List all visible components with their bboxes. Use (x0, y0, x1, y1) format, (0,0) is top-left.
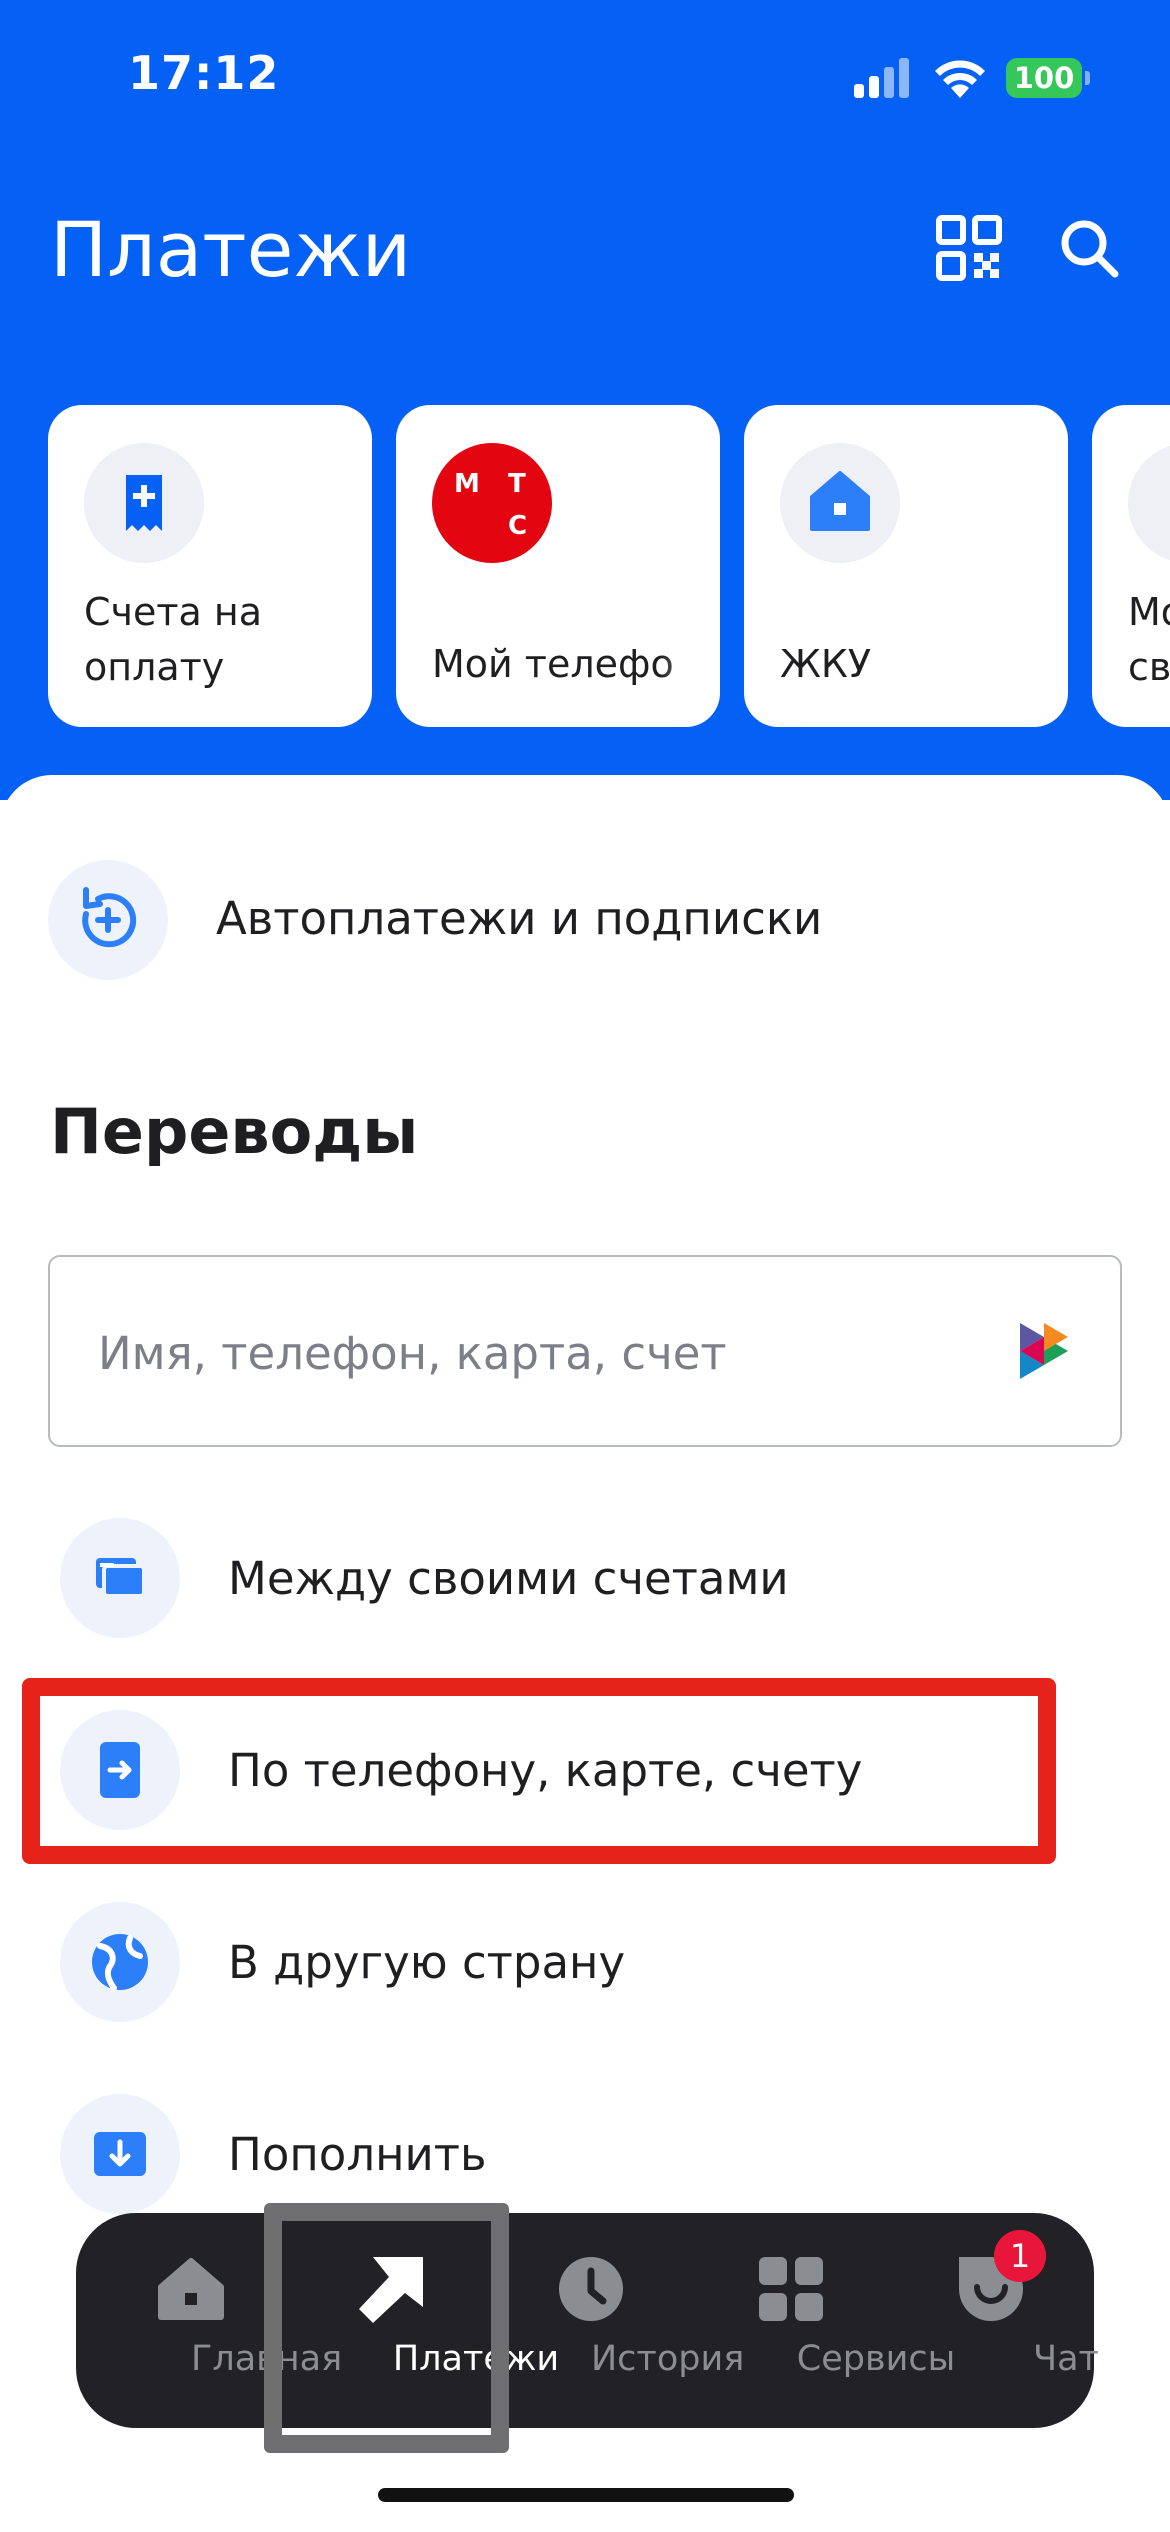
search-button[interactable] (1056, 215, 1122, 281)
cellular-signal-icon (854, 58, 909, 98)
card-label-line1: Счета на (84, 590, 262, 634)
autopay-refresh-icon (48, 860, 168, 980)
card-partial[interactable]: Мо св (1092, 405, 1170, 727)
tab-history[interactable]: История (516, 2213, 744, 2428)
quick-pay-cards: Счета на оплату М Т С Мой телефо ЖКУ М с… (48, 405, 1170, 730)
home-icon (158, 2258, 224, 2320)
status-time: 17:12 (128, 46, 280, 100)
tab-label: Чат (1033, 2339, 1099, 2379)
transfer-search-input[interactable]: Имя, телефон, карта, счет (48, 1255, 1122, 1447)
qr-code-button[interactable] (936, 215, 1002, 281)
card-label-line2: оплату (84, 645, 225, 689)
highlight-frame (22, 1678, 1056, 1864)
clock-icon (559, 2257, 623, 2321)
sbp-icon[interactable] (1016, 1321, 1072, 1381)
chat-badge: 1 (994, 2230, 1046, 2282)
globe-icon (60, 1902, 180, 2022)
cards-icon (60, 1518, 180, 1638)
active-tab-highlight (264, 2203, 509, 2453)
page-title: Платежи (50, 205, 412, 294)
tab-home[interactable]: Главная (116, 2213, 342, 2428)
battery-level: 100 (1006, 58, 1082, 98)
invoice-icon (84, 443, 204, 563)
card-label: ЖКУ (780, 642, 872, 686)
grid-icon (759, 2257, 823, 2321)
qr-code-icon (936, 215, 1002, 281)
transfers-title: Переводы (50, 1095, 419, 1168)
card-label-line1: Мо (1128, 590, 1170, 634)
tab-services[interactable]: Сервисы (706, 2213, 955, 2428)
battery-icon: 100 (1006, 54, 1092, 100)
card-my-phone[interactable]: М Т С Мой телефо (396, 405, 720, 727)
transfer-between-own-accounts[interactable]: Между своими счетами (60, 1518, 1100, 1638)
house-icon (780, 443, 900, 563)
search-icon (1061, 220, 1119, 278)
transfer-abroad[interactable]: В другую страну (60, 1902, 1100, 2022)
bottom-tab-bar: Главная Платежи История Сервисы Чат (76, 2213, 1099, 2428)
status-bar: 17:12 100 (0, 0, 1170, 150)
row-label: Пополнить (228, 2128, 487, 2181)
wifi-icon (935, 60, 985, 98)
download-icon (60, 2094, 180, 2214)
autopay-row[interactable]: Автоплатежи и подписки (48, 860, 1128, 980)
home-indicator[interactable] (378, 2488, 794, 2502)
card-housing[interactable]: ЖКУ (744, 405, 1068, 727)
search-placeholder: Имя, телефон, карта, счет (98, 1327, 727, 1380)
card-invoices[interactable]: Счета на оплату (48, 405, 372, 727)
card-label-line2: св (1128, 645, 1170, 689)
mts-logo: М Т С (432, 443, 552, 563)
autopay-label: Автоплатежи и подписки (216, 892, 823, 945)
header-area: 17:12 100 Платежи Счета на оплату М Т С … (0, 0, 1170, 800)
row-label: В другую страну (228, 1936, 626, 1989)
top-up[interactable]: Пополнить (60, 2094, 1100, 2214)
row-label: Между своими счетами (228, 1552, 789, 1605)
